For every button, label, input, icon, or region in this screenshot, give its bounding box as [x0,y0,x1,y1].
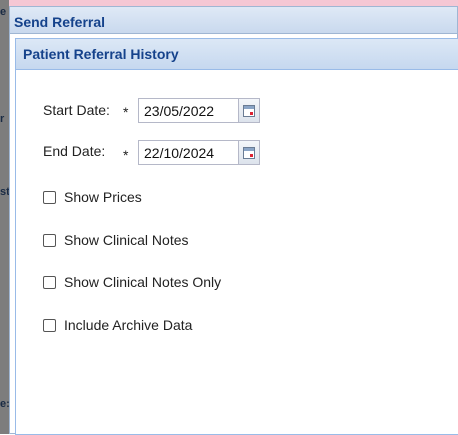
end-date-required-mark: * [123,147,129,163]
background-text-fragment: r [0,113,5,125]
show-clinical-notes-checkbox[interactable] [43,233,56,247]
start-date-label: Start Date: [43,102,110,118]
start-date-required-mark: * [123,104,129,120]
start-date-picker-button[interactable] [238,99,259,122]
background-text-fragment: e [0,6,7,18]
send-referral-window: Send Referral Patient Referral History S… [9,6,458,435]
show-clinical-notes-only-option[interactable]: Show Clinical Notes Only [43,274,221,290]
calendar-icon [243,146,255,159]
background-text-fragment: e: [0,398,9,410]
end-date-input[interactable] [139,141,238,164]
start-date-input[interactable] [139,99,238,122]
background-text-fragment: st [0,186,9,198]
include-archive-data-checkbox[interactable] [43,318,56,332]
background-app-strip: e r st e: [0,0,9,434]
include-archive-data-option[interactable]: Include Archive Data [43,317,192,333]
window-title: Send Referral [14,14,106,30]
calendar-icon [243,104,255,117]
window-titlebar[interactable]: Send Referral [10,7,457,34]
referral-history-panel: Patient Referral History Start Date: * E… [15,38,458,435]
show-clinical-notes-label: Show Clinical Notes [64,232,189,248]
show-clinical-notes-only-checkbox[interactable] [43,275,56,289]
show-clinical-notes-only-label: Show Clinical Notes Only [64,274,222,290]
end-date-picker-button[interactable] [238,141,259,164]
show-prices-checkbox[interactable] [43,190,56,204]
include-archive-data-label: Include Archive Data [64,317,193,333]
start-date-field [138,98,260,123]
panel-header: Patient Referral History [16,39,458,70]
end-date-field [138,140,260,165]
show-prices-option[interactable]: Show Prices [43,189,142,205]
panel-title: Patient Referral History [23,46,179,62]
show-prices-label: Show Prices [64,189,142,205]
show-clinical-notes-option[interactable]: Show Clinical Notes [43,232,189,248]
end-date-label: End Date: [43,143,106,159]
